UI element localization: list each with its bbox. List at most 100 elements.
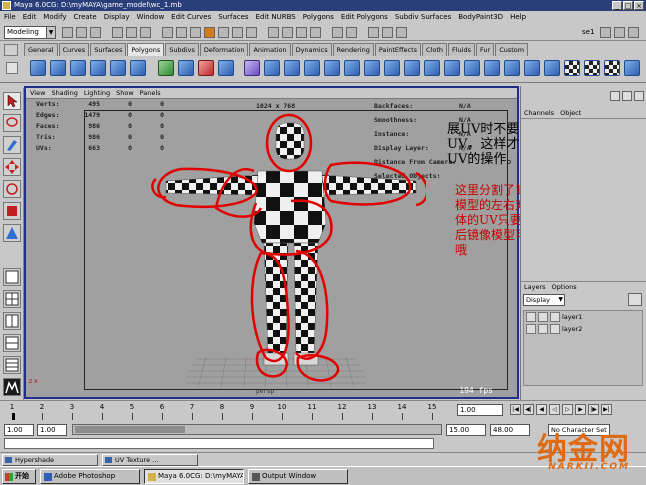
- extrude-edge-icon[interactable]: [264, 60, 280, 76]
- mask-dynamics-icon[interactable]: [232, 27, 243, 38]
- channel-box-icon[interactable]: [610, 91, 620, 101]
- layout-single-pane-icon[interactable]: [3, 268, 21, 286]
- layer-visibility-toggle[interactable]: [526, 324, 536, 334]
- shelf-menu-icon[interactable]: [4, 44, 18, 56]
- mask-deformations-icon[interactable]: [218, 27, 229, 38]
- attribute-editor-toggle-icon[interactable]: [614, 27, 625, 38]
- tool-settings-toggle-icon[interactable]: [628, 27, 639, 38]
- mask-joints-icon[interactable]: [176, 27, 187, 38]
- manipulator-tool-icon[interactable]: [3, 224, 21, 242]
- poly-cylinder-icon[interactable]: [70, 60, 86, 76]
- layer-row[interactable]: layer2: [524, 323, 642, 335]
- channel-box-toggle-icon[interactable]: [600, 27, 611, 38]
- playback-start-field[interactable]: 1.00: [37, 424, 67, 436]
- checker-texture-icon[interactable]: [564, 60, 580, 76]
- tab-deformation[interactable]: Deformation: [199, 43, 249, 56]
- uv-layout-icon[interactable]: [584, 60, 600, 76]
- menu-edit-curves[interactable]: Edit Curves: [171, 11, 211, 24]
- minimize-button[interactable]: _: [612, 1, 622, 10]
- unfold-uv-icon[interactable]: [624, 60, 640, 76]
- panel-menu-lighting[interactable]: Lighting: [84, 88, 110, 98]
- poly-plane-icon[interactable]: [110, 60, 126, 76]
- menu-help[interactable]: Help: [510, 11, 526, 24]
- smooth-icon[interactable]: [218, 60, 234, 76]
- taskbar-output-window[interactable]: Output Window: [248, 469, 348, 484]
- cylindrical-mapping-icon[interactable]: [524, 60, 540, 76]
- split-polygon-icon[interactable]: [284, 60, 300, 76]
- tool-settings-icon[interactable]: [634, 91, 644, 101]
- tab-curves[interactable]: Curves: [58, 43, 90, 56]
- layer-color-swatch[interactable]: [550, 312, 560, 322]
- panel-menu-shading[interactable]: Shading: [51, 88, 77, 98]
- layer-row[interactable]: layer1: [524, 311, 642, 323]
- menu-surfaces[interactable]: Surfaces: [218, 11, 248, 24]
- step-forward-icon[interactable]: |▶: [588, 404, 599, 415]
- menu-modify[interactable]: Modify: [43, 11, 66, 24]
- save-scene-icon[interactable]: [90, 27, 101, 38]
- select-hierarchy-icon[interactable]: [112, 27, 123, 38]
- lasso-tool-icon[interactable]: [3, 114, 21, 132]
- tab-fur[interactable]: Fur: [476, 43, 495, 56]
- menu-create[interactable]: Create: [73, 11, 96, 24]
- poly-torus-icon[interactable]: [130, 60, 146, 76]
- move-tool-icon[interactable]: [3, 158, 21, 176]
- menu-edit-nurbs[interactable]: Edit NURBS: [256, 11, 296, 24]
- tab-subdivs[interactable]: Subdivs: [165, 43, 199, 56]
- bevel-icon[interactable]: [384, 60, 400, 76]
- panel-menu-view[interactable]: View: [30, 88, 45, 98]
- tab-fluids[interactable]: Fluids: [448, 43, 476, 56]
- poly-sphere-icon[interactable]: [30, 60, 46, 76]
- combine-icon[interactable]: [158, 60, 174, 76]
- chamfer-icon[interactable]: [404, 60, 420, 76]
- layer-type-toggle[interactable]: [538, 312, 548, 322]
- tab-painteffects[interactable]: PaintEffects: [374, 43, 422, 56]
- menu-polygons[interactable]: Polygons: [303, 11, 334, 24]
- spherical-mapping-icon[interactable]: [544, 60, 560, 76]
- uv-texture-editor-icon[interactable]: [604, 60, 620, 76]
- menu-channels[interactable]: Channels: [524, 108, 554, 118]
- maximize-button[interactable]: □: [623, 1, 633, 10]
- snap-curve-icon[interactable]: [282, 27, 293, 38]
- layout-four-pane-icon[interactable]: [3, 290, 21, 308]
- menu-subdiv-surfaces[interactable]: Subdiv Surfaces: [395, 11, 451, 24]
- menu-window[interactable]: Window: [137, 11, 165, 24]
- close-button[interactable]: ×: [634, 1, 644, 10]
- separate-icon[interactable]: [178, 60, 194, 76]
- step-forward-key-icon[interactable]: ▶: [575, 404, 586, 415]
- panel-menu-show[interactable]: Show: [116, 88, 134, 98]
- scale-tool-icon[interactable]: [3, 202, 21, 220]
- taskbar-photoshop[interactable]: Adobe Photoshop: [40, 469, 140, 484]
- mask-surfaces-icon[interactable]: [204, 27, 215, 38]
- attribute-editor-icon[interactable]: [622, 91, 632, 101]
- play-forwards-icon[interactable]: ▷: [562, 404, 573, 415]
- shelf-options-icon[interactable]: [6, 62, 18, 74]
- menu-object[interactable]: Object: [560, 108, 581, 118]
- layout-hypershade-icon[interactable]: [3, 356, 21, 374]
- tab-custom[interactable]: Custom: [495, 43, 529, 56]
- merge-vertices-icon[interactable]: [304, 60, 320, 76]
- rotate-tool-icon[interactable]: [3, 180, 21, 198]
- mask-handles-icon[interactable]: [162, 27, 173, 38]
- range-bar[interactable]: [72, 424, 442, 435]
- open-scene-icon[interactable]: [76, 27, 87, 38]
- extract-icon[interactable]: [484, 60, 500, 76]
- snap-point-icon[interactable]: [296, 27, 307, 38]
- paint-select-tool-icon[interactable]: [3, 136, 21, 154]
- mask-curves-icon[interactable]: [190, 27, 201, 38]
- menu-file[interactable]: File: [4, 11, 16, 24]
- menu-display[interactable]: Display: [104, 11, 130, 24]
- layer-type-select[interactable]: Display ▼: [523, 294, 565, 306]
- planar-mapping-icon[interactable]: [504, 60, 520, 76]
- taskbar-maya[interactable]: Maya 6.0CG: D:\myMAYA...: [144, 469, 244, 484]
- panel-menu-panels[interactable]: Panels: [140, 88, 161, 98]
- 3d-viewport[interactable]: 1024 x 768 Verts: 495 0 0 Edges: 1479 0 …: [26, 99, 517, 397]
- snap-grid-icon[interactable]: [268, 27, 279, 38]
- range-start-field[interactable]: 1.00: [4, 424, 34, 436]
- tab-rendering[interactable]: Rendering: [332, 43, 374, 56]
- minimized-hypershade[interactable]: Hypershade: [2, 454, 98, 466]
- ipr-render-icon[interactable]: [382, 27, 393, 38]
- tab-polygons[interactable]: Polygons: [127, 43, 165, 56]
- mask-rendering-icon[interactable]: [246, 27, 257, 38]
- tab-dynamics[interactable]: Dynamics: [291, 43, 332, 56]
- snap-view-plane-icon[interactable]: [310, 27, 321, 38]
